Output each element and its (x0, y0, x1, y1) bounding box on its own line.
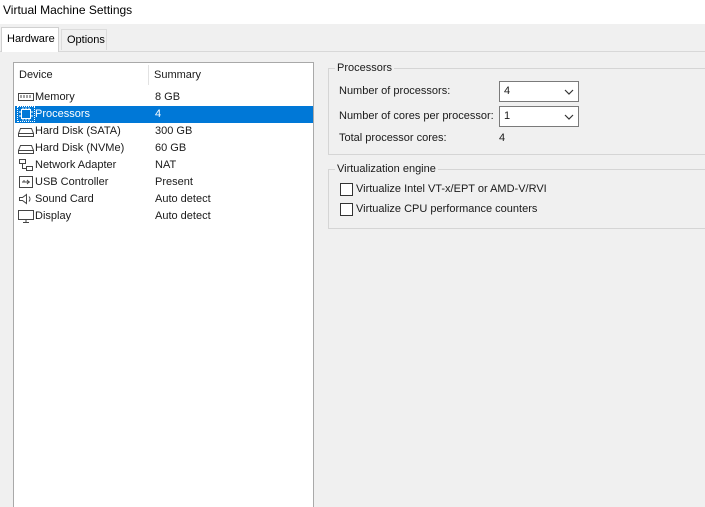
hard-disk-icon (17, 124, 35, 138)
device-name: Network Adapter (35, 159, 117, 171)
device-row-processors[interactable]: Processors 4 (15, 106, 313, 123)
perf-counters-checkbox-label[interactable]: Virtualize CPU performance counters (356, 203, 537, 215)
virtualization-legend: Virtualization engine (335, 163, 438, 175)
tab-hardware[interactable]: Hardware (1, 27, 59, 52)
device-column-header[interactable]: Device (19, 69, 53, 81)
device-list[interactable]: Device Summary Memory 8 GB Processors 4 … (13, 62, 314, 507)
device-name: Sound Card (35, 193, 94, 205)
speaker-icon (18, 192, 34, 206)
vtx-checkbox-label[interactable]: Virtualize Intel VT-x/EPT or AMD-V/RVI (356, 183, 547, 195)
device-list-header: Device Summary (14, 63, 313, 85)
device-name: Hard Disk (SATA) (35, 125, 121, 137)
device-summary: 8 GB (155, 91, 181, 103)
chevron-down-icon (563, 111, 575, 123)
device-summary: Auto detect (155, 193, 211, 205)
summary-column-header[interactable]: Summary (154, 69, 201, 81)
window-title: Virtual Machine Settings (3, 3, 133, 17)
device-row-hard-disk-sata[interactable]: Hard Disk (SATA) 300 GB (15, 123, 313, 140)
num-processors-select[interactable]: 4 (499, 81, 579, 102)
device-name: Processors (35, 108, 91, 120)
device-name: Hard Disk (NVMe) (35, 142, 125, 154)
tab-options[interactable]: Options (61, 29, 107, 50)
num-processors-value: 4 (504, 85, 511, 97)
device-summary: 60 GB (155, 142, 187, 154)
virtualization-engine-group: Virtualization engine Virtualize Intel V… (328, 163, 705, 229)
column-separator[interactable] (148, 65, 149, 85)
tab-strip: Hardware Options (0, 24, 705, 52)
device-row-usb-controller[interactable]: USB Controller Present (15, 174, 313, 191)
perf-counters-checkbox[interactable] (340, 203, 353, 216)
device-name: Display (35, 210, 72, 222)
chevron-down-icon (563, 86, 575, 98)
vtx-checkbox[interactable] (340, 183, 353, 196)
total-cores-value: 4 (499, 132, 506, 144)
num-processors-label: Number of processors: (339, 85, 451, 97)
device-row-network-adapter[interactable]: Network Adapter NAT (15, 157, 313, 174)
device-row-display[interactable]: Display Auto detect (15, 208, 313, 225)
device-summary: NAT (155, 159, 177, 171)
device-summary: Auto detect (155, 210, 211, 222)
cores-per-processor-label: Number of cores per processor: (339, 110, 494, 122)
usb-icon (18, 175, 34, 189)
display-icon (18, 209, 34, 223)
title-bar: Virtual Machine Settings (0, 0, 705, 24)
device-summary: 300 GB (155, 125, 193, 137)
memory-icon (18, 90, 34, 104)
cores-per-processor-value: 1 (504, 110, 511, 122)
hard-disk-icon (17, 141, 35, 155)
device-summary: 4 (155, 108, 162, 120)
device-row-hard-disk-nvme[interactable]: Hard Disk (NVMe) 60 GB (15, 140, 313, 157)
device-row-sound-card[interactable]: Sound Card Auto detect (15, 191, 313, 208)
device-row-memory[interactable]: Memory 8 GB (15, 89, 313, 106)
cores-per-processor-select[interactable]: 1 (499, 106, 579, 127)
network-adapter-icon (18, 158, 34, 172)
processor-icon (17, 106, 35, 122)
device-summary: Present (155, 176, 193, 188)
processors-group: Processors Number of processors: 4 Numbe… (328, 62, 705, 155)
total-cores-label: Total processor cores: (339, 132, 447, 144)
device-name: USB Controller (35, 176, 109, 188)
hardware-tab-content: Device Summary Memory 8 GB Processors 4 … (0, 52, 705, 507)
device-name: Memory (35, 91, 75, 103)
processors-legend: Processors (335, 62, 395, 74)
